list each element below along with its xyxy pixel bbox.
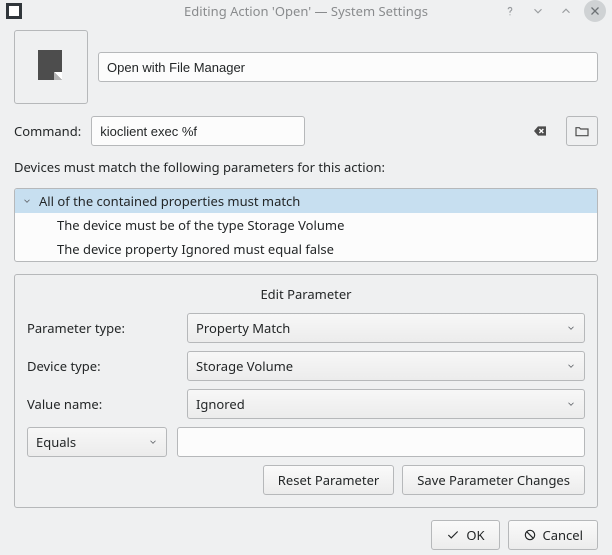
tree-item[interactable]: The device must be of the type Storage V…	[15, 213, 597, 237]
save-label: Save Parameter Changes	[417, 471, 570, 489]
titlebar: Editing Action 'Open' — System Settings	[0, 0, 612, 22]
name-row	[14, 30, 598, 104]
action-icon-button[interactable]	[14, 30, 88, 104]
param-type-label: Parameter type:	[27, 319, 177, 337]
clear-input-icon[interactable]	[532, 123, 548, 139]
operator-value: Equals	[36, 433, 76, 451]
tree-item-label: The device must be of the type Storage V…	[57, 216, 344, 234]
command-label: Command:	[14, 122, 81, 140]
browse-button[interactable]	[566, 116, 598, 146]
chevron-down-icon	[566, 319, 576, 337]
device-type-select[interactable]: Storage Volume	[187, 351, 585, 381]
chevron-down-icon	[566, 357, 576, 375]
group-buttons: Reset Parameter Save Parameter Changes	[27, 465, 585, 495]
device-type-value: Storage Volume	[196, 357, 293, 375]
parameter-tree[interactable]: All of the contained properties must mat…	[14, 188, 598, 262]
value-name-value: Ignored	[196, 395, 245, 413]
expand-icon[interactable]	[15, 196, 39, 206]
operator-select[interactable]: Equals	[27, 427, 167, 457]
ok-label: OK	[466, 526, 484, 544]
dialog-window: Editing Action 'Open' — System Settings	[0, 0, 612, 555]
folder-open-icon	[574, 123, 590, 139]
reset-parameter-button[interactable]: Reset Parameter	[263, 465, 395, 495]
command-input-wrapper	[91, 116, 556, 146]
edit-parameter-group: Edit Parameter Parameter type: Property …	[14, 274, 598, 508]
device-type-label: Device type:	[27, 357, 177, 375]
value-input[interactable]	[177, 427, 585, 457]
param-type-row: Parameter type: Property Match	[27, 313, 585, 343]
action-name-input[interactable]	[98, 52, 598, 82]
group-title: Edit Parameter	[27, 285, 585, 303]
reset-label: Reset Parameter	[278, 471, 380, 489]
command-input[interactable]	[91, 116, 305, 146]
dialog-footer: OK Cancel	[14, 520, 598, 550]
match-hint: Devices must match the following paramet…	[14, 158, 598, 176]
save-parameter-button[interactable]: Save Parameter Changes	[402, 465, 585, 495]
value-name-select[interactable]: Ignored	[187, 389, 585, 419]
tree-item-label: The device property Ignored must equal f…	[57, 240, 334, 258]
chevron-down-icon	[148, 433, 158, 451]
cancel-label: Cancel	[543, 526, 583, 544]
command-row: Command:	[14, 116, 598, 146]
dialog-content: Command: Devices must match the followin…	[0, 22, 612, 555]
tree-root[interactable]: All of the contained properties must mat…	[15, 189, 597, 213]
value-name-row: Value name: Ignored	[27, 389, 585, 419]
value-name-label: Value name:	[27, 395, 177, 413]
chevron-down-icon	[566, 395, 576, 413]
cancel-button[interactable]: Cancel	[508, 520, 598, 550]
ok-button[interactable]: OK	[431, 520, 499, 550]
window-title: Editing Action 'Open' — System Settings	[0, 2, 612, 20]
check-icon	[446, 528, 460, 542]
tree-root-label: All of the contained properties must mat…	[39, 192, 300, 210]
cancel-icon	[523, 528, 537, 542]
param-type-select[interactable]: Property Match	[187, 313, 585, 343]
document-icon	[30, 46, 72, 88]
value-row: Equals	[27, 427, 585, 457]
device-type-row: Device type: Storage Volume	[27, 351, 585, 381]
tree-item[interactable]: The device property Ignored must equal f…	[15, 237, 597, 261]
param-type-value: Property Match	[196, 319, 290, 337]
